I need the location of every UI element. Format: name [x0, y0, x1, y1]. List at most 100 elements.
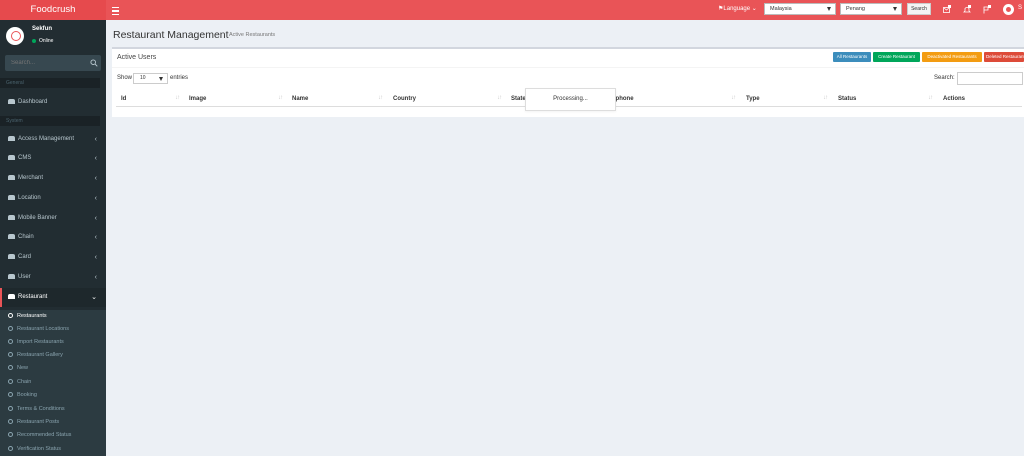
- column-header-type[interactable]: Type: [746, 96, 760, 102]
- sidebar-item-label: Location: [18, 195, 41, 201]
- column-header-country[interactable]: Country: [393, 96, 416, 102]
- circle-icon: [8, 326, 13, 331]
- entries-label: entries: [170, 75, 189, 81]
- caret-down-icon: [893, 7, 897, 11]
- circle-icon: [8, 446, 13, 451]
- column-header-state[interactable]: State: [511, 96, 526, 102]
- restaurant-submenu: Restaurants Restaurant Locations Import …: [0, 310, 106, 456]
- submenu-item-label: Restaurant Gallery: [17, 352, 63, 358]
- sidebar-item-user[interactable]: User ‹: [0, 268, 106, 287]
- dashboard-icon: [8, 99, 15, 104]
- sidebar-toggle-icon[interactable]: [112, 3, 121, 16]
- column-header-status[interactable]: Status: [838, 96, 856, 102]
- sort-icon[interactable]: ↓↑: [175, 95, 180, 101]
- users-icon: [8, 195, 15, 200]
- chevron-left-icon: ‹: [94, 175, 97, 182]
- users-icon: [8, 234, 15, 239]
- page-subtitle: Active Restaurants: [229, 32, 276, 38]
- deleted-restaurants-button[interactable]: Deleted Restaurants: [984, 52, 1024, 62]
- column-header-name[interactable]: Name: [292, 96, 308, 102]
- sort-icon[interactable]: ↓↑: [378, 95, 383, 101]
- sidebar-item-merchant[interactable]: Merchant ‹: [0, 169, 106, 188]
- submenu-item-restaurants[interactable]: Restaurants: [8, 310, 47, 322]
- envelope-icon[interactable]: [943, 5, 951, 14]
- page-title: Restaurant Management: [113, 29, 229, 41]
- chevron-left-icon: ‹: [94, 254, 97, 261]
- chevron-left-icon: ‹: [94, 234, 97, 241]
- sort-icon[interactable]: ↓↑: [278, 95, 283, 101]
- app-logo[interactable]: Foodcrush: [0, 0, 106, 20]
- create-restaurant-button[interactable]: Create Restaurant: [873, 52, 920, 62]
- sort-icon[interactable]: ↓↑: [823, 95, 828, 101]
- bell-icon[interactable]: [963, 5, 971, 14]
- chevron-left-icon: ‹: [94, 195, 97, 202]
- circle-icon: [8, 406, 13, 411]
- entries-length-select[interactable]: 10: [133, 73, 168, 84]
- sort-icon[interactable]: ↓↑: [928, 95, 933, 101]
- sidebar-search-input[interactable]: [5, 55, 85, 71]
- submenu-item-label: Restaurant Posts: [17, 419, 60, 425]
- submenu-item-label: Verification Status: [17, 446, 62, 452]
- deactivated-restaurants-button[interactable]: Deactivated Restaurants: [922, 52, 982, 62]
- submenu-item-restaurant-posts[interactable]: Restaurant Posts: [8, 416, 59, 428]
- search-icon[interactable]: [90, 59, 98, 67]
- circle-icon: [8, 392, 13, 397]
- column-header-image[interactable]: Image: [189, 96, 206, 102]
- chevron-down-icon: ⌄: [750, 6, 757, 12]
- circle-icon: [8, 379, 13, 384]
- users-icon: [8, 136, 15, 141]
- chevron-left-icon: ‹: [94, 215, 97, 222]
- top-header: Foodcrush ⚑Language ⌄ Malaysia Penang Se…: [0, 0, 1024, 20]
- flag-notification-icon[interactable]: [983, 5, 991, 14]
- submenu-item-label: Import Restaurants: [17, 339, 64, 345]
- column-header-id[interactable]: Id: [121, 96, 126, 102]
- sidebar-item-label: User: [18, 274, 31, 280]
- sidebar-item-label: Access Management: [18, 136, 75, 142]
- circle-icon: [8, 313, 13, 318]
- users-icon: [8, 294, 15, 299]
- users-icon: [8, 254, 15, 259]
- sidebar-item-label: Chain: [18, 234, 34, 240]
- table-search-input[interactable]: [957, 72, 1023, 85]
- submenu-item-verification-status[interactable]: Verification Status: [8, 443, 61, 455]
- users-icon: [8, 274, 15, 279]
- user-name: Sekfun: [32, 26, 53, 32]
- chevron-left-icon: ‹: [94, 155, 97, 162]
- user-status: Online: [32, 38, 53, 44]
- submenu-item-restaurant-gallery[interactable]: Restaurant Gallery: [8, 349, 63, 361]
- submenu-item-chain[interactable]: Chain: [8, 376, 31, 388]
- circle-icon: [8, 419, 13, 424]
- state-select[interactable]: Penang: [840, 3, 902, 15]
- submenu-item-import-restaurants[interactable]: Import Restaurants: [8, 336, 64, 348]
- sidebar-item-restaurant[interactable]: Restaurant ⌄: [0, 288, 106, 307]
- header-search-button[interactable]: Search: [907, 3, 931, 15]
- sidebar-item-card[interactable]: Card ‹: [0, 248, 106, 267]
- submenu-item-restaurant-locations[interactable]: Restaurant Locations: [8, 323, 69, 335]
- sidebar-item-access-management[interactable]: Access Management ‹: [0, 130, 106, 149]
- sidebar-item-cms[interactable]: CMS ‹: [0, 149, 106, 168]
- sidebar-item-chain[interactable]: Chain ‹: [0, 228, 106, 247]
- sort-icon[interactable]: ↓↑: [497, 95, 502, 101]
- sort-icon[interactable]: ↓↑: [731, 95, 736, 101]
- chevron-left-icon: ‹: [94, 274, 97, 281]
- sidebar-item-location[interactable]: Location ‹: [0, 189, 106, 208]
- user-avatar[interactable]: [1003, 4, 1014, 15]
- submenu-item-new[interactable]: New: [8, 362, 28, 374]
- submenu-item-label: New: [17, 365, 29, 371]
- sidebar-item-label: Card: [18, 254, 32, 260]
- user-name-short[interactable]: S: [1018, 5, 1022, 11]
- submenu-item-terms-conditions[interactable]: Terms & Conditions: [8, 403, 65, 415]
- country-select[interactable]: Malaysia: [764, 3, 836, 15]
- sidebar-item-label: Dashboard: [18, 99, 48, 105]
- language-dropdown[interactable]: ⚑Language ⌄: [718, 5, 757, 14]
- sidebar-item-dashboard[interactable]: Dashboard: [0, 93, 106, 112]
- sidebar-item-mobile-banner[interactable]: Mobile Banner ‹: [0, 209, 106, 228]
- caret-down-icon: [827, 7, 831, 11]
- all-restaurants-button[interactable]: All Restaurants: [833, 52, 871, 62]
- sidebar: Sekfun Online General Dashboard System A…: [0, 20, 106, 456]
- submenu-item-label: Chain: [17, 379, 32, 385]
- submenu-item-booking[interactable]: Booking: [8, 389, 37, 401]
- table-search-label: Search:: [934, 75, 955, 81]
- submenu-item-recommended-status[interactable]: Recommended Status: [8, 429, 71, 441]
- section-header-general: General: [0, 78, 100, 88]
